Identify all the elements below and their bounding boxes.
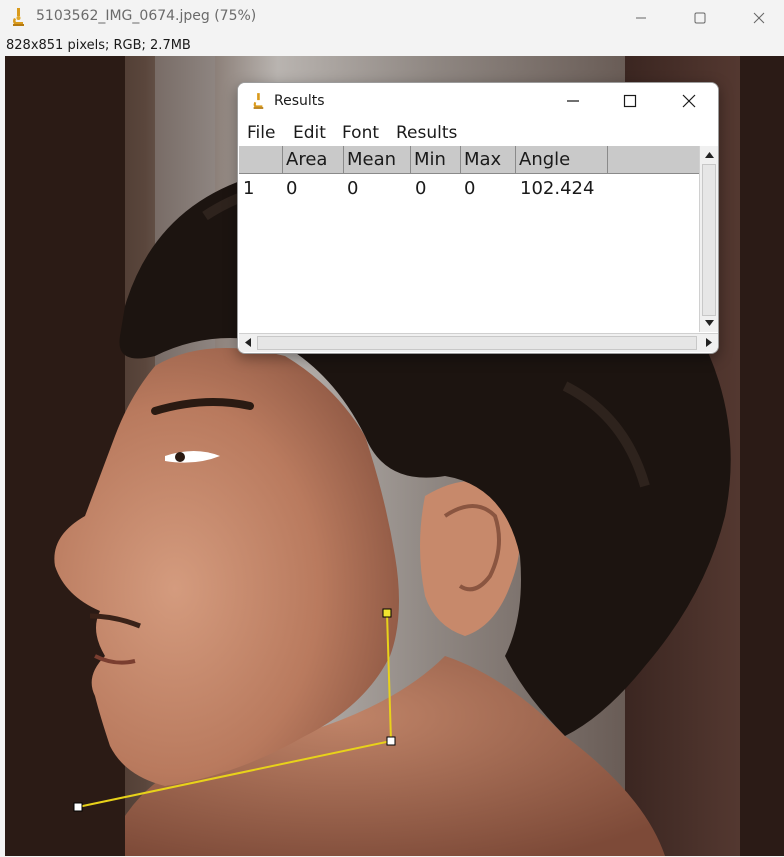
scroll-down-button[interactable]: [701, 314, 718, 331]
maximize-button[interactable]: [677, 0, 723, 36]
main-titlebar[interactable]: 5103562_IMG_0674.jpeg (75%): [0, 0, 784, 36]
results-titlebar[interactable]: Results: [238, 83, 718, 119]
menu-edit[interactable]: Edit: [293, 123, 326, 143]
horizontal-scroll-thumb[interactable]: [257, 336, 697, 350]
results-table[interactable]: Area Mean Min Max Angle 1 0 0 0 0 102.42…: [239, 146, 699, 332]
angle-handle-top[interactable]: [382, 608, 392, 618]
cell-min: 0: [415, 178, 427, 199]
arrow-up-icon: [705, 151, 714, 158]
close-icon: [753, 12, 765, 24]
cell-area: 0: [286, 178, 298, 199]
results-window[interactable]: Results File Edit Font Results Area Mean…: [237, 82, 719, 354]
results-close-button[interactable]: [661, 83, 717, 119]
maximize-icon: [694, 12, 706, 24]
angle-handle-end[interactable]: [73, 802, 83, 812]
close-icon: [682, 94, 696, 108]
column-header-min[interactable]: Min: [411, 146, 461, 174]
table-header: Area Mean Min Max Angle: [239, 146, 699, 174]
angle-arm-upper[interactable]: [386, 612, 392, 742]
column-header-max[interactable]: Max: [461, 146, 516, 174]
maximize-icon: [623, 94, 637, 108]
column-header-index[interactable]: [239, 146, 283, 174]
arrow-left-icon: [244, 338, 251, 347]
menu-font[interactable]: Font: [342, 123, 379, 143]
menu-results[interactable]: Results: [396, 123, 457, 143]
angle-arm-lower[interactable]: [77, 740, 392, 808]
column-header-mean[interactable]: Mean: [344, 146, 411, 174]
close-button[interactable]: [736, 0, 782, 36]
microscope-icon: [253, 93, 264, 109]
table-row[interactable]: 1 0 0 0 0 102.424: [239, 176, 699, 202]
minimize-icon: [567, 100, 579, 102]
cell-mean: 0: [347, 178, 359, 199]
cell-index: 1: [243, 178, 255, 199]
column-header-area[interactable]: Area: [283, 146, 344, 174]
results-menubar: File Edit Font Results: [238, 121, 718, 145]
cell-angle: 102.424: [520, 178, 595, 199]
horizontal-scrollbar[interactable]: [239, 333, 718, 352]
cell-max: 0: [464, 178, 476, 199]
angle-handle-vertex[interactable]: [386, 736, 396, 746]
scroll-left-button[interactable]: [239, 334, 256, 351]
minimize-icon: [636, 17, 646, 19]
results-title: Results: [274, 93, 325, 109]
results-maximize-button[interactable]: [602, 83, 658, 119]
arrow-down-icon: [705, 319, 714, 326]
microscope-icon: [13, 8, 24, 26]
image-info-bar: 828x851 pixels; RGB; 2.7MB: [0, 36, 784, 56]
minimize-button[interactable]: [618, 0, 664, 36]
vertical-scroll-thumb[interactable]: [702, 164, 716, 316]
results-minimize-button[interactable]: [545, 83, 601, 119]
image-info: 828x851 pixels; RGB; 2.7MB: [6, 38, 191, 53]
arrow-right-icon: [705, 338, 712, 347]
column-header-angle[interactable]: Angle: [516, 146, 608, 174]
menu-file[interactable]: File: [247, 123, 275, 143]
vertical-scrollbar[interactable]: [699, 146, 718, 332]
scroll-up-button[interactable]: [701, 146, 718, 163]
window-title: 5103562_IMG_0674.jpeg (75%): [36, 8, 257, 24]
scroll-right-button[interactable]: [700, 334, 717, 351]
